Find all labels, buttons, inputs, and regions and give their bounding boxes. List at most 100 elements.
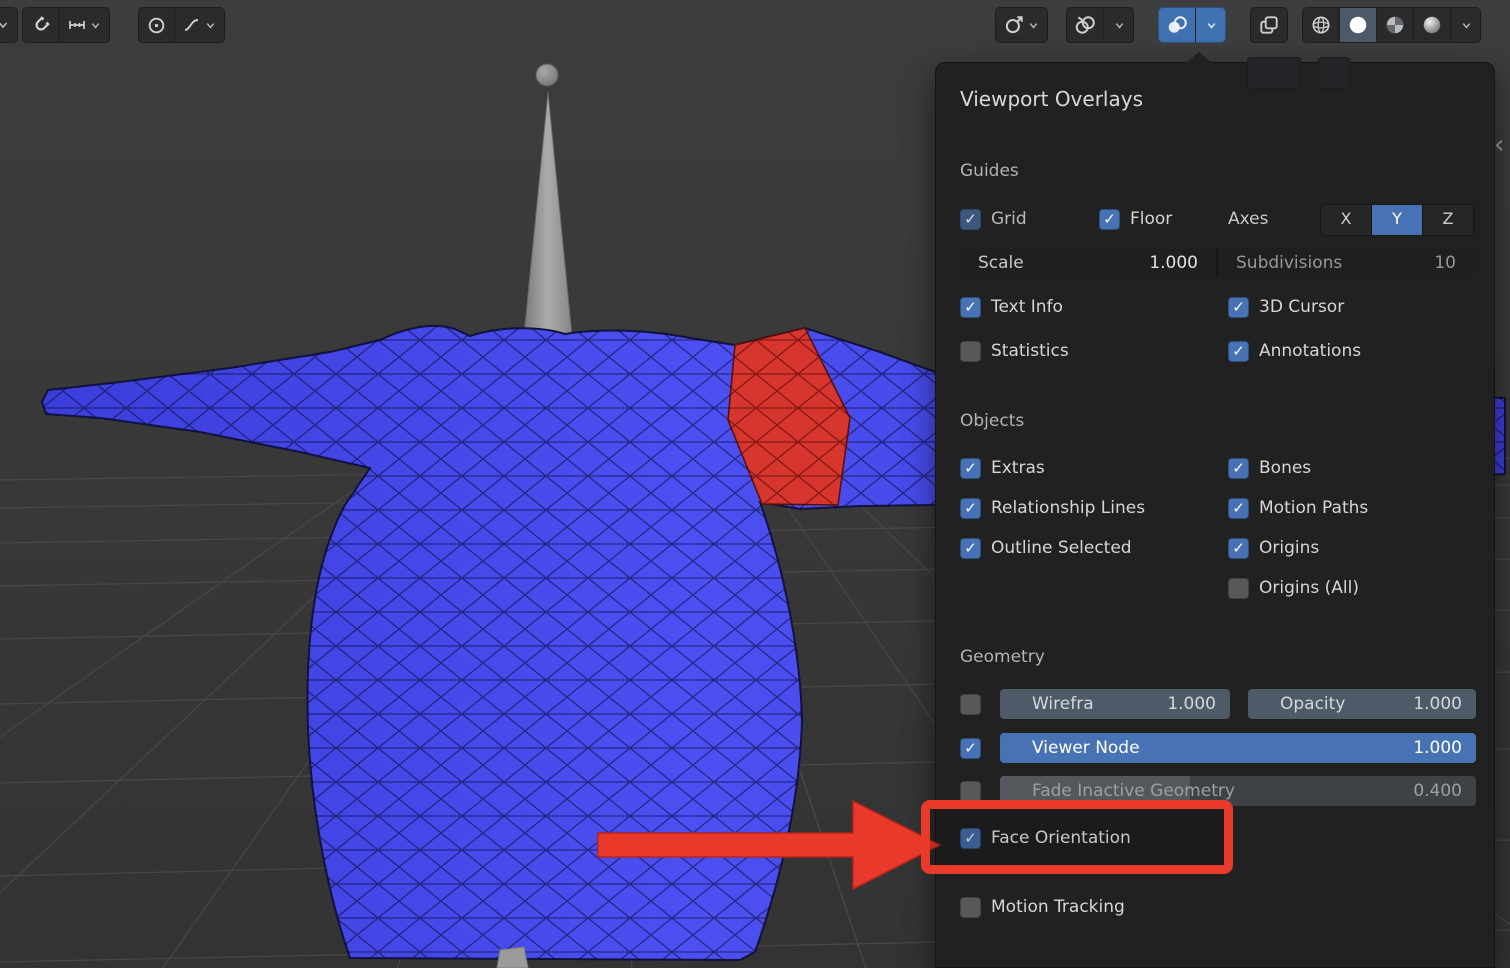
xray-toggle-button[interactable] — [1251, 8, 1287, 42]
outline-selected-checkbox[interactable] — [960, 538, 981, 559]
axes-label: Axes — [1228, 204, 1268, 234]
section-geometry-heading: Geometry — [960, 647, 1045, 671]
opacity-slider[interactable]: Opacity 1.000 — [1248, 689, 1476, 719]
extras-checkbox[interactable] — [960, 458, 981, 479]
snap-toggle-button[interactable] — [23, 8, 59, 42]
text-info-checkbox[interactable] — [960, 297, 981, 318]
wireframe-checkbox[interactable] — [960, 694, 981, 715]
fade-inactive-slider[interactable]: Fade Inactive Geometry 0.400 — [1000, 776, 1476, 806]
fade-inactive-option[interactable] — [960, 776, 981, 806]
region-collapse-arrow[interactable]: ‹ — [1494, 130, 1504, 160]
chevron-down-icon — [1113, 19, 1126, 32]
bones-option[interactable]: Bones — [1228, 453, 1311, 483]
overlays-popover-button[interactable] — [1159, 8, 1195, 42]
outline-selected-label: Outline Selected — [991, 538, 1132, 558]
opacity-label: Opacity — [1280, 694, 1345, 714]
3d-cursor-option[interactable]: 3D Cursor — [1228, 292, 1344, 322]
shading-wireframe-button[interactable] — [1303, 8, 1339, 42]
solid-sphere-icon — [1347, 14, 1369, 36]
annotations-label: Annotations — [1259, 341, 1361, 361]
wireframe-slider[interactable]: Wirefra 1.000 — [1000, 689, 1230, 719]
grid-option[interactable]: Grid — [960, 204, 1027, 234]
objects-row-3: Outline Selected Origins — [960, 533, 1474, 563]
motion-tracking-option[interactable]: Motion Tracking — [960, 892, 1125, 922]
3d-cursor-checkbox[interactable] — [1228, 297, 1249, 318]
annotations-checkbox[interactable] — [1228, 341, 1249, 362]
wireframe-option[interactable] — [960, 689, 981, 719]
overlays-group — [1066, 7, 1134, 43]
guides-row-4: Statistics Annotations — [960, 336, 1474, 366]
motion-tracking-label: Motion Tracking — [991, 897, 1125, 917]
objects-row-2: Relationship Lines Motion Paths — [960, 493, 1474, 523]
viewer-node-label: Viewer Node — [1032, 738, 1140, 758]
chevron-down-icon — [204, 19, 217, 32]
motion-paths-label: Motion Paths — [1259, 498, 1368, 518]
origins-checkbox[interactable] — [1228, 538, 1249, 559]
xray-toggle-icon — [1258, 14, 1280, 36]
axis-z-button[interactable]: Z — [1423, 205, 1473, 235]
objects-row-4: Origins (All) — [960, 573, 1474, 603]
extras-option[interactable]: Extras — [960, 453, 1045, 483]
chevron-down-icon — [89, 19, 102, 32]
snap-settings-button[interactable] — [59, 8, 109, 42]
panel-title: Viewport Overlays — [960, 87, 1143, 111]
overlays-icon — [1074, 14, 1096, 36]
annotations-option[interactable]: Annotations — [1228, 336, 1361, 366]
proportional-editing-button[interactable] — [139, 8, 174, 42]
statistics-option[interactable]: Statistics — [960, 336, 1069, 366]
overlays-popover-chevron[interactable] — [1195, 8, 1225, 42]
origins-all-label: Origins (All) — [1259, 578, 1359, 598]
guides-row-2: Scale 1.000 Subdivisions 10 — [960, 248, 1474, 278]
bone-head-sphere[interactable] — [536, 64, 558, 86]
shading-material-button[interactable] — [1376, 8, 1413, 42]
grid-scale-field[interactable]: Scale 1.000 — [960, 248, 1216, 278]
scale-value: 1.000 — [1149, 253, 1198, 273]
text-info-option[interactable]: Text Info — [960, 292, 1063, 322]
relationship-lines-option[interactable]: Relationship Lines — [960, 493, 1145, 523]
origins-option[interactable]: Origins — [1228, 533, 1319, 563]
section-guides-heading: Guides — [960, 161, 1019, 185]
objects-row-1: Extras Bones — [960, 453, 1474, 483]
fade-inactive-value: 0.400 — [1413, 781, 1462, 801]
snap-increment-icon — [67, 15, 87, 35]
extras-label: Extras — [991, 458, 1045, 478]
outline-selected-option[interactable]: Outline Selected — [960, 533, 1132, 563]
motion-paths-checkbox[interactable] — [1228, 498, 1249, 519]
axis-x-button[interactable]: X — [1321, 205, 1371, 235]
header-extra-button[interactable] — [1247, 57, 1301, 89]
axis-y-button[interactable]: Y — [1372, 205, 1422, 235]
material-sphere-icon — [1384, 14, 1406, 36]
grid-subdivisions-field[interactable]: Subdivisions 10 — [1218, 248, 1474, 278]
fade-inactive-label: Fade Inactive Geometry — [1032, 781, 1235, 801]
origins-all-checkbox[interactable] — [1228, 578, 1249, 599]
motion-tracking-checkbox[interactable] — [960, 897, 981, 918]
header-collapse-button[interactable] — [0, 8, 17, 42]
relationship-lines-checkbox[interactable] — [960, 498, 981, 519]
fade-inactive-checkbox[interactable] — [960, 781, 981, 802]
motion-paths-option[interactable]: Motion Paths — [1228, 493, 1368, 523]
floor-option[interactable]: Floor — [1099, 204, 1172, 234]
grid-checkbox[interactable] — [960, 209, 981, 230]
proportional-circle-icon — [146, 15, 167, 36]
overlays-toggle-button[interactable] — [1067, 8, 1103, 42]
falloff-dropdown-button[interactable] — [174, 8, 224, 42]
bone-bottom-tip — [497, 947, 528, 968]
face-orientation-option[interactable]: Face Orientation — [960, 823, 1131, 853]
viewer-node-slider[interactable]: Viewer Node 1.000 — [1000, 733, 1476, 763]
statistics-checkbox[interactable] — [960, 341, 981, 362]
face-orientation-checkbox[interactable] — [960, 828, 981, 849]
origins-all-option[interactable]: Origins (All) — [1228, 573, 1359, 603]
chevron-down-icon — [0, 18, 10, 32]
gizmos-dropdown-button[interactable] — [996, 8, 1047, 42]
viewport-overlays-panel: Viewport Overlays Guides Grid Floor Axes… — [935, 62, 1495, 968]
overlays-dropdown-button[interactable] — [1103, 8, 1133, 42]
bones-checkbox[interactable] — [1228, 458, 1249, 479]
floor-checkbox[interactable] — [1099, 209, 1120, 230]
viewer-node-option[interactable] — [960, 733, 981, 763]
header-extra-button[interactable] — [1318, 57, 1350, 89]
shading-rendered-button[interactable] — [1413, 8, 1450, 42]
viewer-node-checkbox[interactable] — [960, 738, 981, 759]
shading-dropdown-button[interactable] — [1450, 8, 1480, 42]
shading-group — [1302, 7, 1481, 43]
shading-solid-button[interactable] — [1339, 8, 1376, 42]
